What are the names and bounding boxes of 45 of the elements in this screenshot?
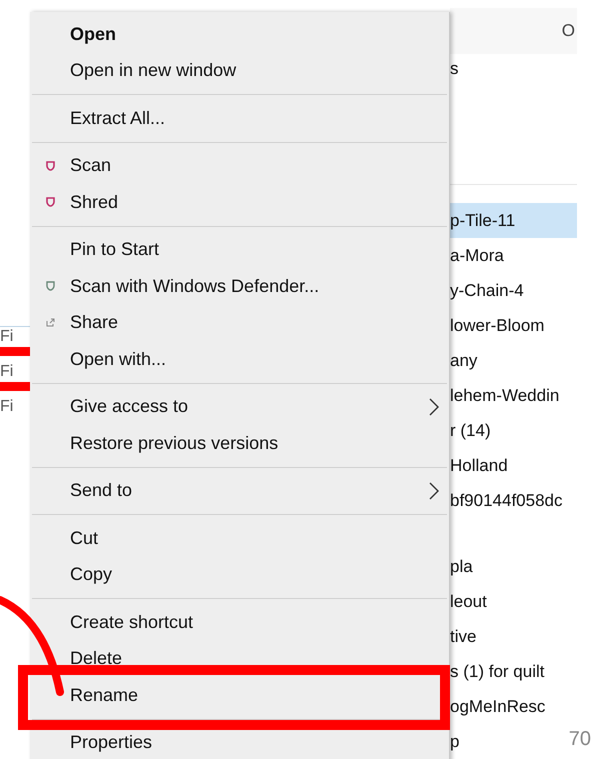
file-name: Fi (0, 397, 14, 417)
file-row[interactable]: p-Tile-11 (450, 203, 577, 238)
menu-item[interactable]: Properties (30, 724, 449, 759)
file-name: s (450, 58, 458, 80)
menu-item[interactable]: Give access to (30, 388, 449, 425)
menu-item[interactable]: Pin to Start (30, 232, 449, 268)
menu-item[interactable]: Open (30, 16, 449, 52)
share-icon (46, 318, 54, 328)
file-row[interactable]: any (450, 343, 577, 378)
menu-item[interactable]: Cut (30, 520, 449, 556)
menu-item[interactable]: Scan with Windows Defender... (30, 268, 449, 304)
file-name: Fi (0, 362, 14, 382)
shield-icon (46, 281, 54, 292)
shield-icon (46, 197, 54, 208)
menu-item[interactable]: Shred (30, 184, 449, 220)
shield-icon (46, 160, 54, 171)
menu-item[interactable]: Send to (30, 472, 449, 509)
menu-item[interactable]: Open in new window (30, 52, 449, 89)
menu-item[interactable]: Create shortcut (30, 604, 449, 640)
file-name: Fi (0, 327, 14, 347)
file-row[interactable]: s (1) for quilt (450, 654, 577, 689)
menu-item[interactable]: Restore previous versions (30, 425, 449, 462)
menu-item[interactable]: Open with... (30, 341, 449, 378)
page-number: 70 (568, 727, 591, 752)
file-row[interactable]: Holland (450, 448, 577, 484)
file-row[interactable]: pla (450, 548, 577, 584)
menu-item[interactable]: Delete (30, 640, 449, 677)
file-row[interactable]: lower-Bloom (450, 308, 577, 344)
file-row[interactable]: r (14) (450, 413, 577, 448)
file-row[interactable]: ogMeInResc (450, 688, 577, 724)
menu-item[interactable]: Copy (30, 556, 449, 593)
file-row[interactable]: tive (450, 618, 577, 654)
highlight-mark (0, 347, 30, 356)
chevron-right-icon (429, 398, 439, 416)
menu-item[interactable]: Extract All... (30, 100, 449, 136)
menu-item[interactable]: Share (30, 304, 449, 341)
file-row[interactable]: bf90144f058dc (450, 483, 577, 518)
chevron-right-icon (429, 482, 439, 500)
file-row[interactable]: leout (450, 584, 577, 619)
file-row[interactable]: lehem-Weddin (450, 378, 577, 414)
file-row[interactable]: y-Chain-4 (450, 273, 577, 308)
menu-item[interactable]: Scan (30, 148, 449, 184)
file-row[interactable]: a-Mora (450, 238, 577, 274)
column-header: O (450, 8, 577, 54)
highlight-mark (0, 382, 30, 391)
